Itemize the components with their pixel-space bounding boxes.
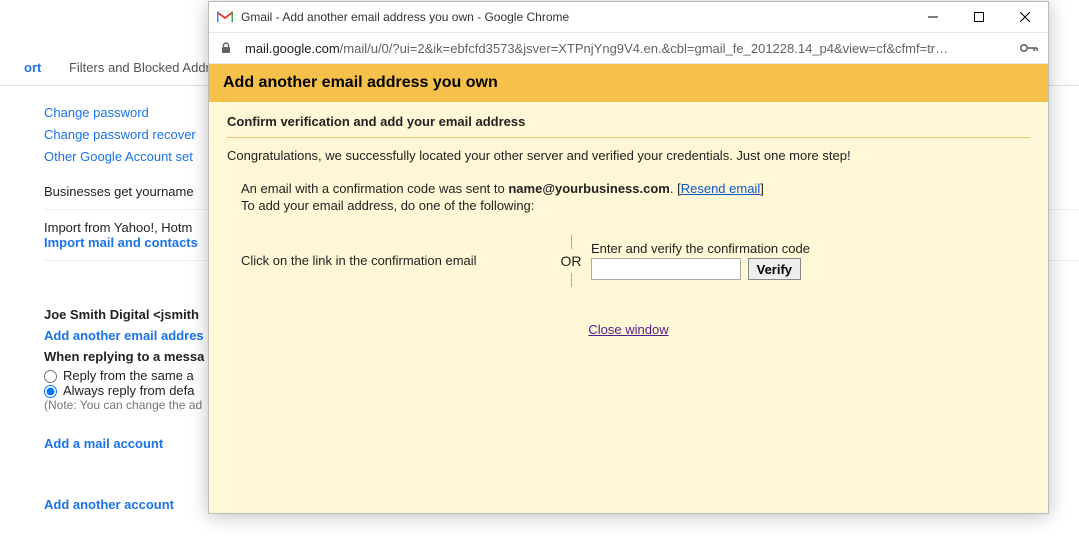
lock-icon xyxy=(219,41,233,55)
confirmation-code-input[interactable] xyxy=(591,258,741,280)
link-add-another-account[interactable]: Add another account xyxy=(44,497,174,512)
window-title: Gmail - Add another email address you ow… xyxy=(241,10,910,24)
tab-filters[interactable]: Filters and Blocked Addre xyxy=(69,60,217,75)
key-icon[interactable] xyxy=(1020,42,1038,54)
text-businesses: Businesses get yourname xyxy=(44,184,194,199)
gmail-favicon-icon xyxy=(217,9,233,25)
radio-reply-default[interactable]: Always reply from defa xyxy=(44,383,195,398)
tab-import[interactable]: ort xyxy=(24,60,41,75)
radio-reply-same[interactable]: Reply from the same a xyxy=(44,368,194,383)
popup-window: Gmail - Add another email address you ow… xyxy=(208,1,1049,514)
dialog-header: Add another email address you own xyxy=(209,64,1048,102)
text-congrats: Congratulations, we successfully located… xyxy=(227,148,1030,163)
link-add-mail-account[interactable]: Add a mail account xyxy=(44,436,163,451)
verify-button[interactable]: Verify xyxy=(748,258,801,280)
address-bar[interactable]: mail.google.com/mail/u/0/?ui=2&ik=ebfcfd… xyxy=(209,32,1048,64)
radio-reply-default-input[interactable] xyxy=(44,385,57,398)
radio-reply-same-label: Reply from the same a xyxy=(63,368,194,383)
text-to-add: To add your email address, do one of the… xyxy=(241,198,1030,213)
text-import-desc: Import from Yahoo!, Hotm xyxy=(44,220,192,235)
text-or: OR xyxy=(551,253,591,269)
link-add-another-email[interactable]: Add another email addres xyxy=(44,328,204,343)
window-titlebar: Gmail - Add another email address you ow… xyxy=(209,2,1048,32)
window-minimize-button[interactable] xyxy=(910,2,956,32)
dialog-subheader: Confirm verification and add your email … xyxy=(227,114,1030,129)
text-sent-line: An email with a confirmation code was se… xyxy=(241,181,1030,196)
text-click-link: Click on the link in the confirmation em… xyxy=(241,253,551,268)
radio-reply-default-label: Always reply from defa xyxy=(63,383,195,398)
link-close-window[interactable]: Close window xyxy=(588,322,668,337)
window-close-button[interactable] xyxy=(1002,2,1048,32)
url-text: mail.google.com/mail/u/0/?ui=2&ik=ebfcfd… xyxy=(245,41,1012,56)
dialog-body: Confirm verification and add your email … xyxy=(209,102,1048,513)
radio-reply-same-input[interactable] xyxy=(44,370,57,383)
text-enter-verify: Enter and verify the confirmation code xyxy=(591,241,1030,256)
link-resend-email[interactable]: Resend email xyxy=(681,181,761,196)
link-import-mail-contacts[interactable]: Import mail and contacts xyxy=(44,235,198,250)
window-maximize-button[interactable] xyxy=(956,2,1002,32)
